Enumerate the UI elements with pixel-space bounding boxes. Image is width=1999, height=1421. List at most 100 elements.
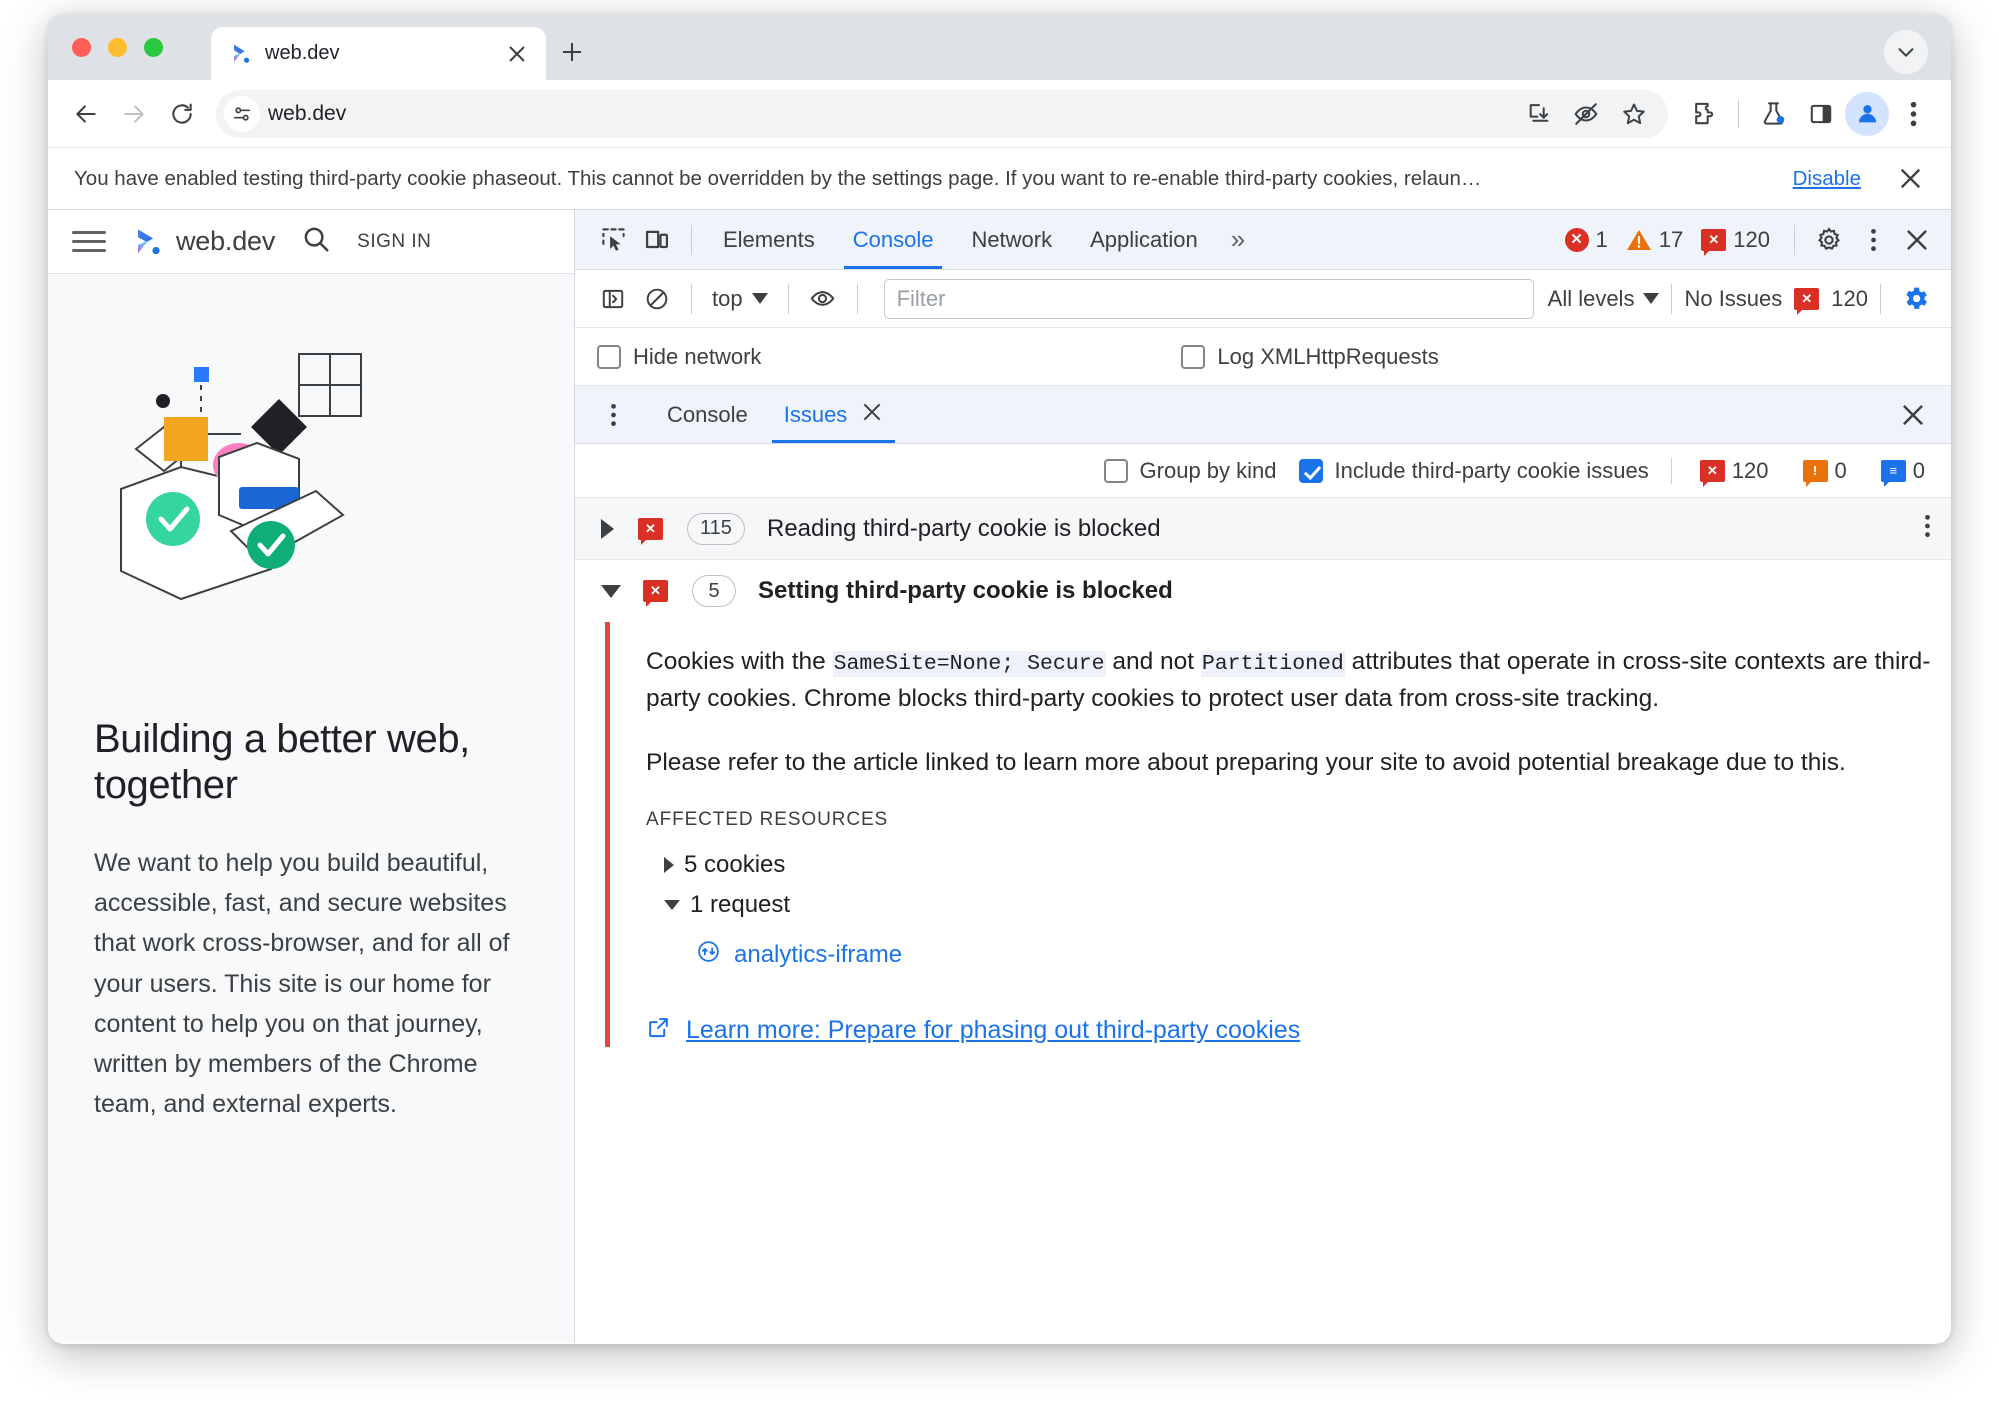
labs-flask-icon[interactable] xyxy=(1749,90,1797,138)
drawer-tab-label: Console xyxy=(667,401,748,427)
console-filter-input[interactable]: Filter xyxy=(883,278,1534,319)
live-expression-eye-icon[interactable] xyxy=(801,277,845,321)
inspect-element-icon[interactable] xyxy=(591,218,635,262)
side-panel-icon[interactable] xyxy=(1797,90,1845,138)
close-drawer-tab-icon[interactable] xyxy=(861,401,883,429)
site-settings-icon[interactable] xyxy=(224,95,260,132)
new-tab-button[interactable] xyxy=(553,33,591,71)
address-bar-text: web.dev xyxy=(268,101,347,125)
drawer-warning-counter: ! 0 xyxy=(1797,458,1853,487)
drawer-tab-console[interactable]: Console xyxy=(649,387,766,443)
hamburger-menu-icon[interactable] xyxy=(72,225,106,258)
maximize-window-button[interactable] xyxy=(144,38,163,57)
clear-console-icon[interactable] xyxy=(635,277,679,321)
profile-avatar-icon[interactable] xyxy=(1845,91,1889,136)
log-xhr-option[interactable]: Log XMLHttpRequests xyxy=(1181,344,1439,370)
include-third-party-checkbox[interactable] xyxy=(1298,458,1323,483)
devtools-panel: Elements Console Network Application » ✕… xyxy=(575,210,1951,1343)
tab-title: web.dev xyxy=(265,42,340,64)
forward-arrow-icon[interactable] xyxy=(110,90,158,138)
collapse-triangle-icon[interactable] xyxy=(601,584,621,598)
hide-network-checkbox[interactable] xyxy=(597,344,621,369)
include-third-party-option[interactable]: Include third-party cookie issues xyxy=(1298,458,1649,484)
issues-shortcut[interactable]: No Issues ✕ 120 xyxy=(1684,285,1868,315)
affected-resource-requests[interactable]: 1 request xyxy=(646,885,1951,925)
drawer-tabbar: Console Issues xyxy=(575,386,1951,444)
issue-row-more-icon[interactable] xyxy=(1924,513,1951,544)
page-content: Building a better web, together We want … xyxy=(48,694,574,1125)
error-counter[interactable]: ✕ 1 xyxy=(1559,227,1614,253)
browser-tab[interactable]: web.dev xyxy=(211,27,546,80)
more-tabs-chevron-icon[interactable]: » xyxy=(1217,224,1259,255)
infobar-disable-link[interactable]: Disable xyxy=(1793,167,1861,191)
tab-search-chevron-down-icon[interactable] xyxy=(1884,30,1928,74)
issue-row[interactable]: ✕ 115 Reading third-party cookie is bloc… xyxy=(575,498,1951,560)
divider xyxy=(1670,457,1672,484)
drawer-more-icon[interactable] xyxy=(591,393,635,437)
incognito-eye-off-icon[interactable] xyxy=(1564,92,1608,136)
device-toolbar-icon[interactable] xyxy=(635,218,679,262)
tab-elements[interactable]: Elements xyxy=(704,211,834,269)
issue-description-2: Please refer to the article linked to le… xyxy=(646,748,1846,776)
close-icon[interactable] xyxy=(1887,156,1933,202)
request-label: analytics-iframe xyxy=(734,940,903,968)
text-part: Cookies with the xyxy=(646,648,833,675)
issue-icon: ✕ xyxy=(1701,228,1727,256)
issues-count: 120 xyxy=(1733,226,1770,252)
divider xyxy=(691,224,692,255)
search-icon[interactable] xyxy=(301,224,331,259)
execution-context-selector[interactable]: top xyxy=(704,286,776,312)
tab-label: Application xyxy=(1090,226,1198,252)
omnibox-actions xyxy=(1516,92,1662,136)
collapse-triangle-icon[interactable] xyxy=(664,899,680,910)
sign-in-button[interactable]: SIGN IN xyxy=(357,231,431,253)
expand-triangle-icon[interactable] xyxy=(664,856,674,873)
tab-label: Console xyxy=(852,226,934,252)
drawer-tab-issues[interactable]: Issues xyxy=(766,387,902,443)
console-settings-gear-icon[interactable] xyxy=(1893,277,1937,321)
tab-console[interactable]: Console xyxy=(834,211,953,269)
reload-icon[interactable] xyxy=(158,90,206,138)
issue-count-badge: 115 xyxy=(687,512,745,545)
warning-counter[interactable]: 17 xyxy=(1620,227,1689,253)
close-tab-icon[interactable] xyxy=(502,39,532,69)
extensions-puzzle-icon[interactable] xyxy=(1680,90,1728,138)
issue-row[interactable]: ✕ 5 Setting third-party cookie is blocke… xyxy=(575,560,1951,622)
log-level-selector[interactable]: All levels xyxy=(1548,286,1660,312)
issues-shortcut-label: No Issues xyxy=(1684,285,1783,311)
learn-more-link[interactable]: Learn more: Prepare for phasing out thir… xyxy=(646,1015,1951,1047)
affected-request-item[interactable]: analytics-iframe xyxy=(646,925,1951,971)
expand-triangle-icon[interactable] xyxy=(601,518,614,539)
close-window-button[interactable] xyxy=(72,38,91,57)
address-bar[interactable]: web.dev xyxy=(216,89,1668,138)
chevron-down-icon xyxy=(1643,293,1660,304)
text-part: and not xyxy=(1105,648,1201,675)
warning-count: 17 xyxy=(1658,226,1684,252)
chevron-down-icon xyxy=(751,293,768,304)
install-app-icon[interactable] xyxy=(1516,92,1560,136)
issues-counter[interactable]: ✕ 120 xyxy=(1695,226,1776,256)
more-vertical-icon[interactable] xyxy=(1851,218,1895,262)
hide-network-option[interactable]: Hide network xyxy=(597,344,761,370)
log-xhr-checkbox[interactable] xyxy=(1181,344,1206,369)
tab-network[interactable]: Network xyxy=(952,211,1071,269)
gear-icon[interactable] xyxy=(1807,218,1851,262)
divider xyxy=(787,283,789,314)
group-by-kind-option[interactable]: Group by kind xyxy=(1103,458,1277,484)
webdev-logo-icon xyxy=(234,44,250,63)
bookmark-star-icon[interactable] xyxy=(1612,92,1656,136)
tab-label: Elements xyxy=(723,226,815,252)
divider xyxy=(856,283,858,314)
close-drawer-icon[interactable] xyxy=(1891,393,1935,437)
affected-resource-cookies[interactable]: 5 cookies xyxy=(646,845,1951,885)
minimize-window-button[interactable] xyxy=(108,38,127,57)
close-icon[interactable] xyxy=(1895,218,1939,262)
chrome-menu-icon[interactable] xyxy=(1889,90,1937,138)
issues-shortcut-count: 120 xyxy=(1831,285,1868,311)
back-arrow-icon[interactable] xyxy=(62,90,110,138)
devtools-issue-counters: ✕ 1 17 ✕ 120 xyxy=(1559,226,1782,256)
tab-application[interactable]: Application xyxy=(1071,211,1217,269)
divider xyxy=(1794,224,1795,255)
group-by-kind-checkbox[interactable] xyxy=(1103,458,1128,483)
console-sidebar-icon[interactable] xyxy=(591,277,635,321)
